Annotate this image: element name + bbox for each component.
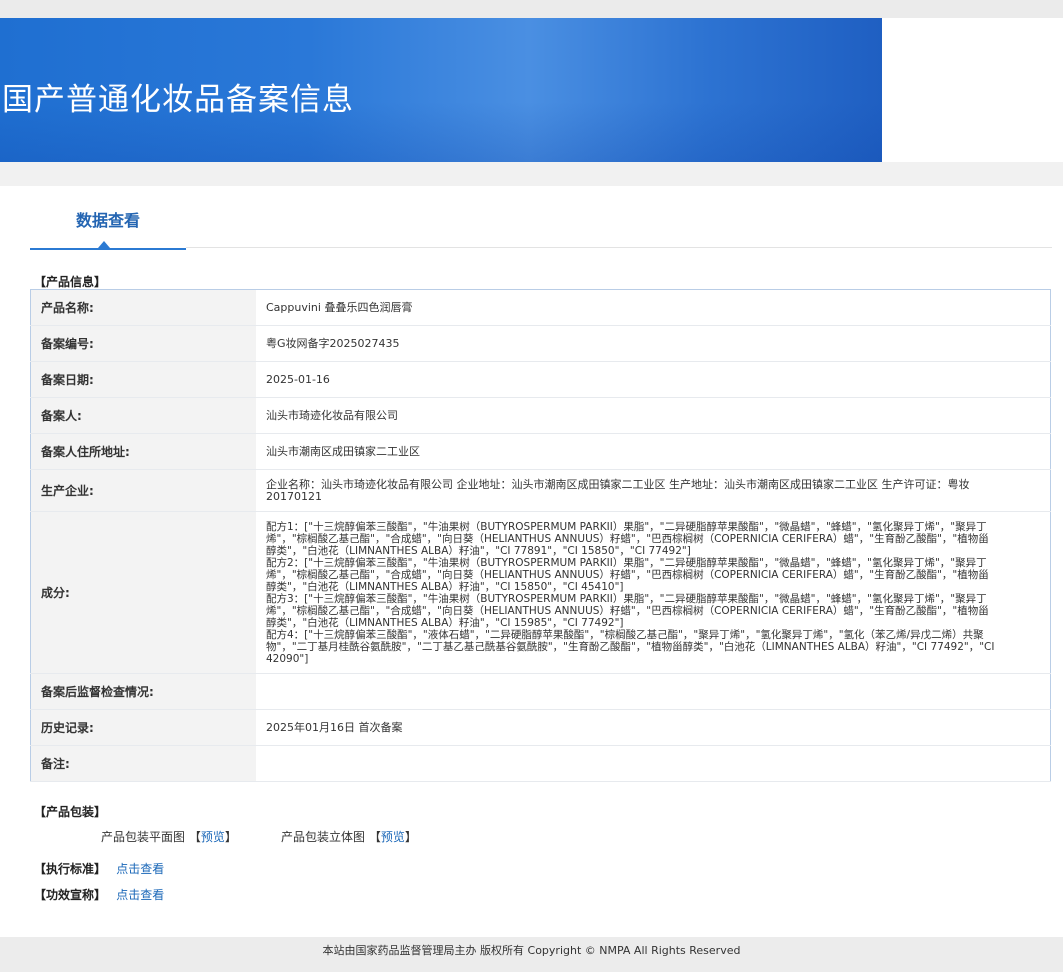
manufacturer-value: 企业名称：汕头市琦迹化妆品有限公司 企业地址：汕头市潮南区成田镇家二工业区 生产… <box>266 477 970 503</box>
registration-number-value: 粤G妆网备字2025027435 <box>256 325 1051 362</box>
packaging-flat-preview-link[interactable]: 预览 <box>201 830 225 844</box>
table-row: 备案人: 汕头市琦迹化妆品有限公司 <box>30 397 1051 434</box>
browser-top-strip <box>0 0 1063 18</box>
section-title-product-info: 【产品信息】 <box>34 275 107 289</box>
registrant-value: 汕头市琦迹化妆品有限公司 <box>256 397 1051 434</box>
efficacy-title: 【功效宣称】 <box>34 888 107 902</box>
packaging-flat-row: 产品包装平面图 【预览】 <box>101 828 237 845</box>
registration-date-value: 2025-01-16 <box>256 361 1051 398</box>
section-title-packaging: 【产品包装】 <box>34 805 107 819</box>
row-label: 成分: <box>30 511 256 674</box>
registrant-address-value: 汕头市潮南区成田镇家二工业区 <box>256 433 1051 470</box>
page-title: 国产普通化妆品备案信息 <box>2 82 354 118</box>
table-row: 备案编号: 粤G妆网备字2025027435 <box>30 325 1051 362</box>
row-label: 备注: <box>30 745 256 782</box>
page-footer: 本站由国家药品监督管理局主办 版权所有 Copyright © NMPA All… <box>0 937 1063 972</box>
row-label: 历史记录: <box>30 709 256 746</box>
banner-divider <box>0 162 1063 186</box>
standard-title: 【执行标准】 <box>34 862 107 876</box>
row-label: 备案编号: <box>30 325 256 362</box>
ingredients-value: 配方1：["十三烷醇偏苯三酸酯"，"牛油果树（BUTYROSPERMUM PAR… <box>266 520 995 665</box>
packaging-3d-preview-link[interactable]: 预览 <box>381 830 405 844</box>
inspection-value <box>256 673 1051 710</box>
row-label: 备案日期: <box>30 361 256 398</box>
bracket-close: 】 <box>404 830 417 844</box>
table-row: 成分: 配方1：["十三烷醇偏苯三酸酯"，"牛油果树（BUTYROSPERMUM… <box>30 511 1051 674</box>
row-label: 备案人住所地址: <box>30 433 256 470</box>
packaging-3d-row: 产品包装立体图 【预览】 <box>281 828 417 845</box>
remarks-value <box>256 745 1051 782</box>
row-label: 产品名称: <box>30 289 256 326</box>
product-name-value: Cappuvini 叠叠乐四色润唇膏 <box>256 289 1051 326</box>
table-row: 备注: <box>30 745 1051 782</box>
table-row: 历史记录: 2025年01月16日 首次备案 <box>30 709 1051 746</box>
manufacturer-cell: 企业名称：汕头市琦迹化妆品有限公司 企业地址：汕头市潮南区成田镇家二工业区 生产… <box>256 469 1051 512</box>
section-title-standard: 【执行标准】 点击查看 <box>34 860 164 877</box>
efficacy-view-link[interactable]: 点击查看 <box>116 888 164 902</box>
packaging-flat-label: 产品包装平面图 <box>101 830 186 844</box>
row-label: 生产企业: <box>30 469 256 512</box>
product-info-table: 产品名称: Cappuvini 叠叠乐四色润唇膏 备案编号: 粤G妆网备字202… <box>30 289 1051 782</box>
table-row: 生产企业: 企业名称：汕头市琦迹化妆品有限公司 企业地址：汕头市潮南区成田镇家二… <box>30 469 1051 512</box>
page-banner: 国产普通化妆品备案信息 <box>0 18 882 162</box>
table-row: 备案后监督检查情况: <box>30 673 1051 710</box>
tab-baseline <box>186 247 1052 248</box>
bracket-open: 【 <box>188 830 201 844</box>
ingredients-cell: 配方1：["十三烷醇偏苯三酸酯"，"牛油果树（BUTYROSPERMUM PAR… <box>256 511 1051 674</box>
standard-view-link[interactable]: 点击查看 <box>116 862 164 876</box>
row-label: 备案后监督检查情况: <box>30 673 256 710</box>
tab-data-view[interactable]: 数据查看 <box>30 200 186 250</box>
section-title-efficacy: 【功效宣称】 点击查看 <box>34 886 164 903</box>
tab-data-view-label: 数据查看 <box>75 211 140 230</box>
table-row: 备案日期: 2025-01-16 <box>30 361 1051 398</box>
tab-indicator-caret <box>98 241 110 248</box>
bracket-open: 【 <box>368 830 381 844</box>
table-row: 产品名称: Cappuvini 叠叠乐四色润唇膏 <box>30 289 1051 326</box>
history-value: 2025年01月16日 首次备案 <box>256 709 1051 746</box>
bracket-close: 】 <box>224 830 237 844</box>
footer-copyright: 本站由国家药品监督管理局主办 版权所有 Copyright © NMPA All… <box>322 944 741 957</box>
table-row: 备案人住所地址: 汕头市潮南区成田镇家二工业区 <box>30 433 1051 470</box>
packaging-3d-label: 产品包装立体图 <box>281 830 366 844</box>
row-label: 备案人: <box>30 397 256 434</box>
